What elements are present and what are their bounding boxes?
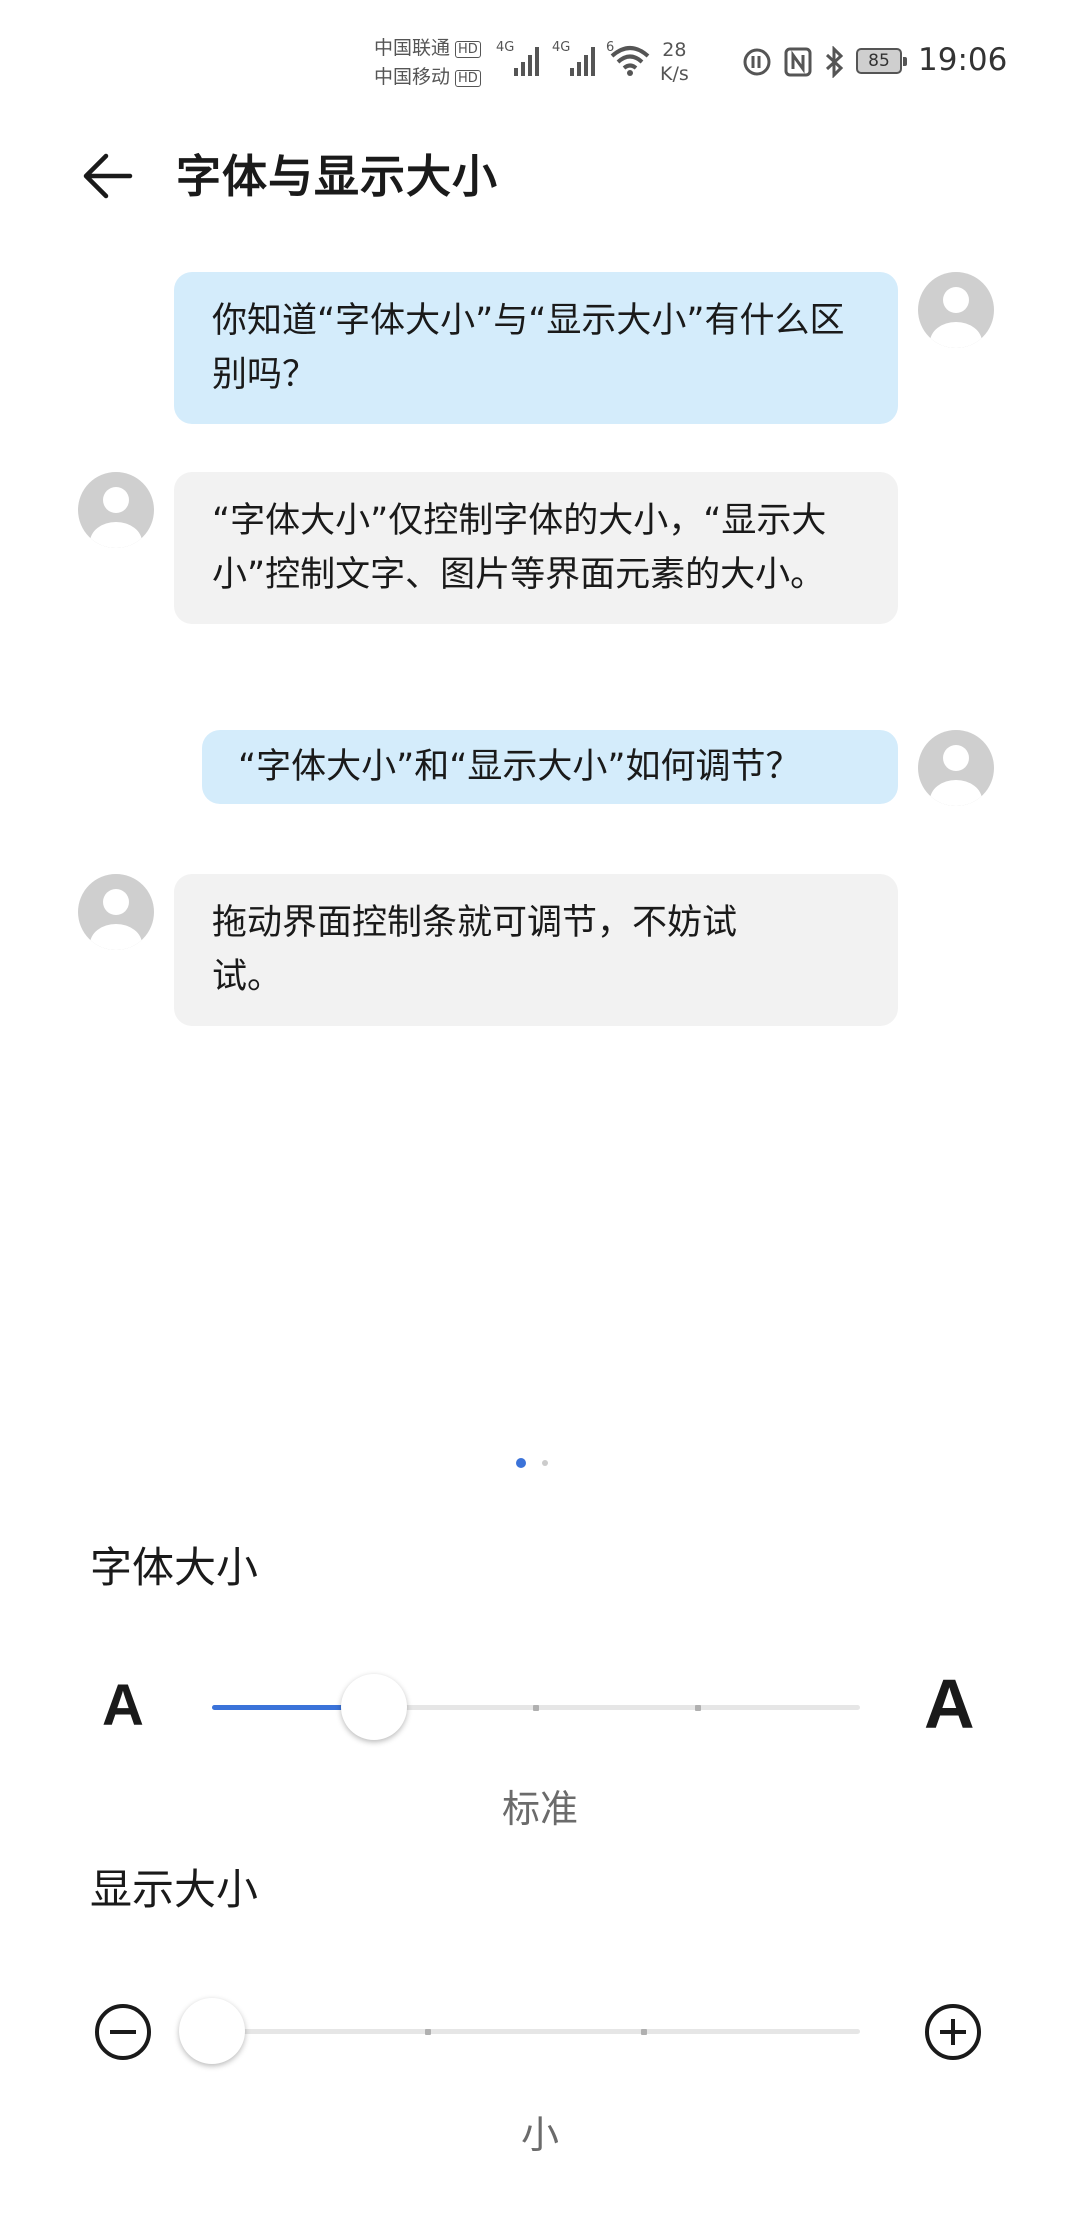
plus-circle-icon [925,2004,981,2060]
message-bubble-outgoing: “字体大小”和“显示大小”如何调节？ [202,730,898,804]
app-bar: 字体与显示大小 [0,130,1080,210]
avatar [918,730,994,806]
person-icon [90,487,142,548]
carrier-1-name: 中国联通 [374,37,451,59]
signal-icon: 4G [496,40,544,82]
slider-tick [533,1705,539,1711]
message-bubble-incoming: “字体大小”仅控制字体的大小，“显示大小”控制文字、图片等界面元素的大小。 [174,472,898,624]
slider-tick [641,2029,647,2035]
slider-tick [425,2029,431,2035]
font-size-large-glyph: A [924,1665,975,1743]
font-size-value: 标准 [501,1787,578,1831]
avatar [78,874,154,950]
avatar [78,472,154,548]
wifi-icon: 6 [606,40,654,82]
network-speed: 28 K/s [660,38,689,86]
status-bar: 中国联通 HD 中国移动 HD 4G 4G 6 28 K/s 85 19:06 [0,0,1080,130]
font-size-label: 字体大小 [90,1543,259,1592]
signal-icon: 4G [552,40,600,82]
hd-calling-icon [743,48,771,76]
decrease-display-size-button[interactable] [94,2003,152,2061]
minus-circle-icon [95,2004,151,2060]
status-time: 19:06 [918,42,1008,78]
bluetooth-icon [825,46,844,78]
wifi-generation-label: 6 [606,40,615,55]
system-icons [742,44,846,80]
slider-tick [695,1705,701,1711]
hd-badge: HD [455,41,481,58]
carrier-info: 中国联通 HD 中国移动 HD [374,34,481,92]
network-type-label: 4G [496,40,515,55]
network-type-label: 4G [552,40,571,55]
slider-thumb[interactable] [179,1998,245,2064]
person-icon [90,889,142,950]
person-icon [930,287,982,348]
page-dot[interactable] [542,1460,548,1466]
carrier-2-name: 中国移动 [374,66,451,88]
avatar [918,272,994,348]
battery-icon: 85 [856,48,907,74]
message-bubble-outgoing: 你知道“字体大小”与“显示大小”有什么区别吗？ [174,272,898,424]
page-title: 字体与显示大小 [176,150,499,203]
hd-badge: HD [455,70,481,87]
speed-value: 28 [662,39,687,61]
message-bubble-incoming: 拖动界面控制条就可调节，不妨试试。 [174,874,898,1026]
increase-display-size-button[interactable] [924,2003,982,2061]
speed-unit: K/s [660,63,689,85]
display-size-label: 显示大小 [90,1865,259,1914]
font-size-small-glyph: A [102,1673,144,1738]
page-dot-active[interactable] [516,1458,526,1468]
arrow-left-icon [83,153,133,199]
person-icon [930,745,982,806]
nfc-icon [784,47,812,77]
page-indicator[interactable] [516,1458,548,1468]
display-size-value: 小 [520,2113,559,2157]
slider-track[interactable] [212,2029,860,2034]
back-button[interactable] [80,148,136,204]
slider-thumb[interactable] [341,1674,407,1740]
